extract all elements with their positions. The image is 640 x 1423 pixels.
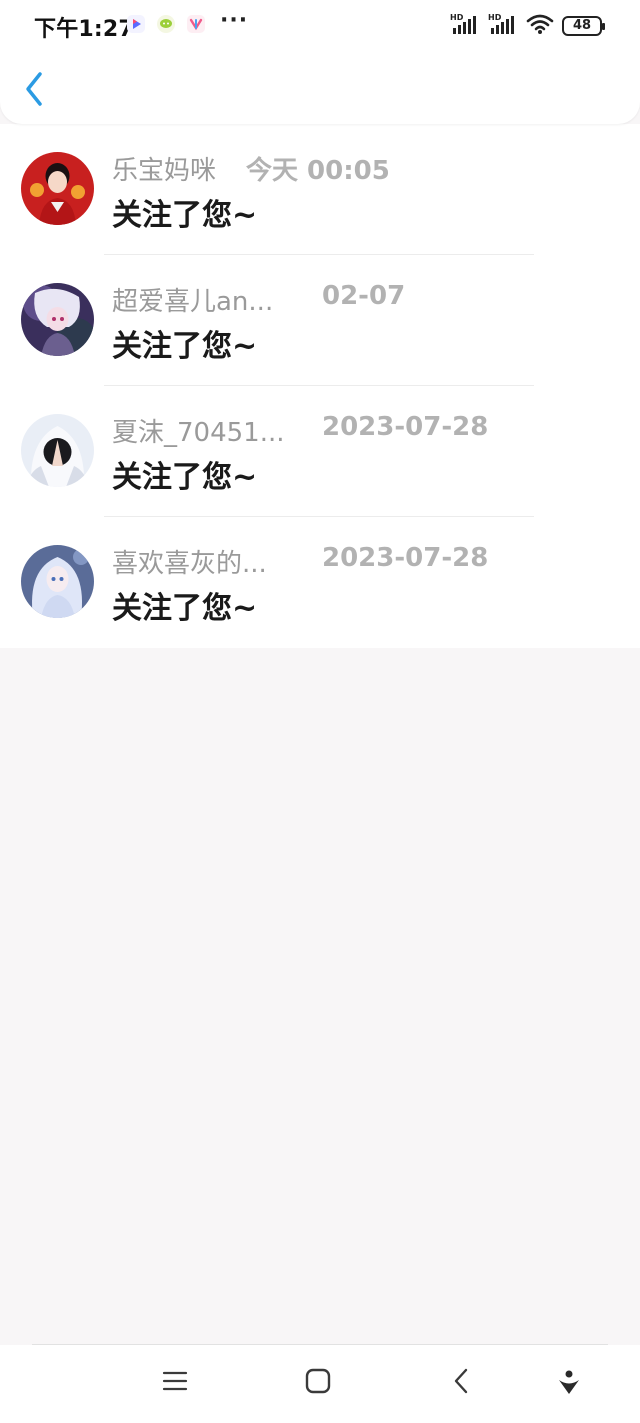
menu-icon [162, 1371, 188, 1391]
follow-time: 2023-07-28 [322, 412, 489, 442]
followers-screen: 下午1:27 ··· HD HD 48 乐宝妈咪 今天 00:05 关注了您~ … [0, 0, 640, 1423]
list-item[interactable]: 超爱喜儿an... 02-07 关注了您~ [0, 255, 640, 386]
signal-hd-icon-2: HD [488, 13, 518, 39]
avatar[interactable] [21, 152, 94, 225]
system-navbar [0, 1345, 640, 1423]
system-back-button[interactable] [446, 1365, 478, 1397]
avatar[interactable] [21, 414, 94, 487]
menu-button[interactable] [159, 1365, 191, 1397]
follow-time: 今天 00:05 [246, 156, 390, 186]
chevron-left-icon [26, 72, 42, 106]
follow-message: 关注了您~ [112, 198, 258, 233]
assistant-button[interactable] [553, 1365, 585, 1397]
follow-message: 关注了您~ [112, 460, 258, 495]
chat-bubble-icon [156, 14, 176, 38]
list-item[interactable]: 喜欢喜灰的... 2023-07-28 关注了您~ [0, 517, 640, 648]
notification-icons [126, 14, 206, 38]
follow-message: 关注了您~ [112, 329, 258, 364]
home-button[interactable] [302, 1365, 334, 1397]
home-icon [305, 1368, 331, 1394]
follower-list: 乐宝妈咪 今天 00:05 关注了您~ 超爱喜儿an... 02-07 关注了您… [0, 124, 640, 648]
status-bar: 下午1:27 ··· HD HD 48 [0, 0, 640, 50]
list-item[interactable]: 夏沫_70451... 2023-07-28 关注了您~ [0, 386, 640, 517]
list-item[interactable]: 乐宝妈咪 今天 00:05 关注了您~ [0, 124, 640, 255]
wifi-icon [526, 13, 554, 39]
app-notification-icon [186, 14, 206, 38]
header: 下午1:27 ··· HD HD 48 [0, 0, 640, 124]
svg-text:HD: HD [450, 13, 464, 22]
signal-hd-icon: HD [450, 13, 480, 39]
follow-message: 关注了您~ [112, 591, 258, 626]
system-status-icons: HD HD 48 [450, 13, 605, 39]
avatar[interactable] [21, 545, 94, 618]
follower-name[interactable]: 超爱喜儿an... [112, 281, 273, 318]
back-button[interactable] [20, 70, 50, 108]
video-play-icon [126, 14, 146, 38]
follow-time: 2023-07-28 [322, 543, 489, 573]
battery-indicator: 48 [562, 16, 605, 36]
follower-name[interactable]: 乐宝妈咪 [112, 150, 216, 187]
status-time: 下午1:27 [34, 17, 134, 42]
follower-name[interactable]: 喜欢喜灰的... [112, 543, 267, 580]
more-notifications-icon: ··· [220, 8, 249, 33]
svg-text:HD: HD [488, 13, 502, 22]
assistant-icon [559, 1370, 579, 1394]
follower-name[interactable]: 夏沫_70451... [112, 412, 285, 449]
back-icon [454, 1368, 468, 1394]
follow-time: 02-07 [322, 281, 406, 311]
avatar[interactable] [21, 283, 94, 356]
